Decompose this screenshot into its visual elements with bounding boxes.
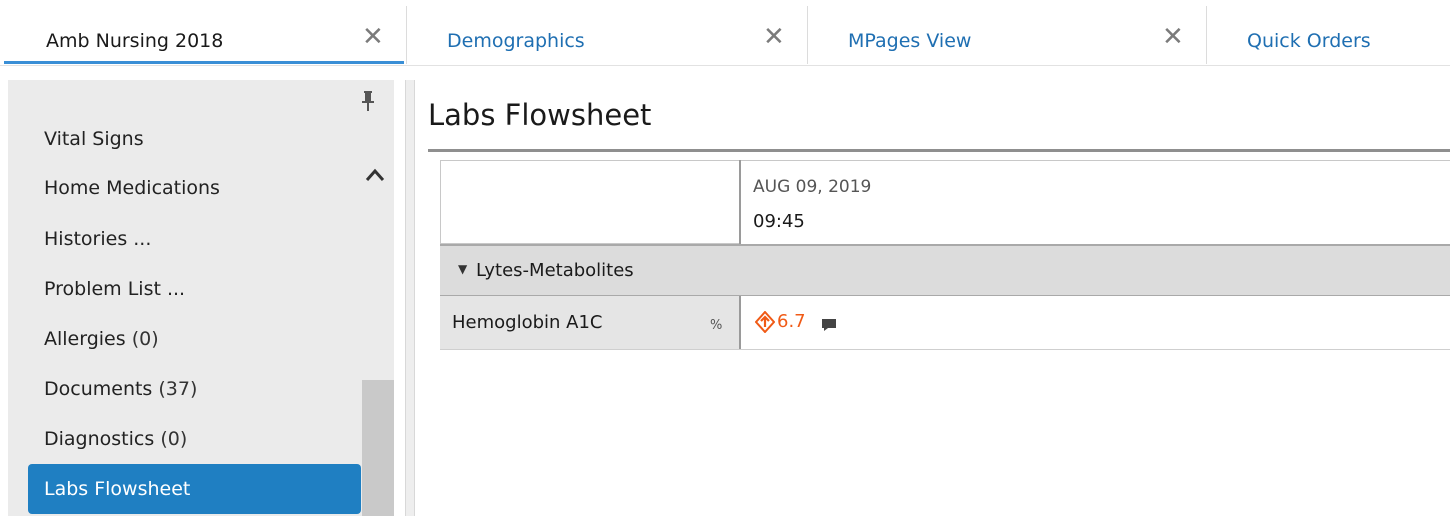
item-count: (0)	[160, 428, 188, 450]
sidebar-item-labs-flowsheet[interactable]: Labs Flowsheet	[28, 464, 361, 514]
close-icon[interactable]: ✕	[362, 24, 384, 50]
sidebar-item-label: Home Medications	[44, 177, 220, 199]
header-corner-cell	[440, 160, 740, 244]
sidebar-item-documents[interactable]: Documents (37)	[44, 378, 197, 400]
item-count: (0)	[131, 328, 159, 350]
sidebar-item-label: Documents	[44, 378, 153, 400]
comment-icon[interactable]	[822, 319, 836, 331]
tab-demographics[interactable]: Demographics ✕	[407, 0, 807, 66]
high-flag-icon	[755, 311, 775, 333]
sidebar-item-label: Labs Flowsheet	[44, 478, 191, 500]
sidebar-item-vital-signs[interactable]: Vital Signs	[44, 128, 144, 150]
sidebar-item-label: Allergies	[44, 328, 126, 350]
column-header[interactable]: AUG 09, 2019 09:45	[741, 160, 1450, 244]
section-label: Lytes-Metabolites	[476, 260, 634, 281]
tab-amb-nursing-2018[interactable]: Amb Nursing 2018 ✕	[0, 0, 405, 66]
sidebar-item-diagnostics[interactable]: Diagnostics (0)	[44, 428, 187, 450]
table-row[interactable]: Hemoglobin A1C % 6.7	[440, 296, 1450, 350]
pane-splitter[interactable]	[405, 80, 415, 516]
close-icon[interactable]: ✕	[763, 24, 785, 50]
column-date: AUG 09, 2019	[753, 177, 872, 197]
sidebar-item-label: Vital Signs	[44, 128, 144, 150]
sidebar-item-label: Histories ...	[44, 228, 152, 250]
tab-label: Demographics	[447, 30, 585, 52]
labs-flowsheet-grid: AUG 09, 2019 09:45 ▼ Lytes-Metabolites H…	[440, 160, 1450, 350]
sidebar-item-label: Diagnostics	[44, 428, 155, 450]
pin-icon[interactable]	[361, 90, 375, 112]
page-title: Labs Flowsheet	[428, 98, 652, 132]
result-cell[interactable]: 6.7	[741, 296, 1450, 349]
sidebar-item-home-medications[interactable]: Home Medications	[44, 177, 220, 199]
section-row-lytes-metabolites[interactable]: ▼ Lytes-Metabolites	[440, 244, 1450, 296]
result-value[interactable]: 6.7	[777, 311, 806, 332]
result-unit: %	[710, 318, 723, 333]
caret-down-icon[interactable]: ▼	[458, 262, 467, 276]
close-icon[interactable]: ✕	[1162, 24, 1184, 50]
tab-label: Amb Nursing 2018	[46, 30, 224, 52]
title-divider	[428, 149, 1450, 152]
item-count: (37)	[158, 378, 198, 400]
sidebar-navigation: Vital Signs Home Medications Histories .…	[8, 80, 394, 516]
sidebar-item-label: Problem List ...	[44, 278, 186, 300]
chevron-up-icon[interactable]	[364, 166, 386, 184]
result-name: Hemoglobin A1C	[452, 312, 603, 333]
scrollbar-thumb[interactable]	[362, 380, 394, 516]
tab-label: MPages View	[848, 30, 972, 52]
sidebar-item-problem-list[interactable]: Problem List ...	[44, 278, 185, 300]
tab-bar: Amb Nursing 2018 ✕ Demographics ✕ MPages…	[0, 0, 1450, 66]
tab-mpages-view[interactable]: MPages View ✕	[808, 0, 1206, 66]
sidebar-item-histories[interactable]: Histories ...	[44, 228, 151, 250]
sidebar-item-allergies[interactable]: Allergies (0)	[44, 328, 159, 350]
column-time: 09:45	[753, 211, 805, 232]
row-label-cell: Hemoglobin A1C %	[440, 296, 739, 349]
active-tab-indicator	[4, 61, 404, 64]
tab-label: Quick Orders	[1247, 30, 1371, 52]
tab-quick-orders[interactable]: Quick Orders	[1207, 0, 1450, 66]
